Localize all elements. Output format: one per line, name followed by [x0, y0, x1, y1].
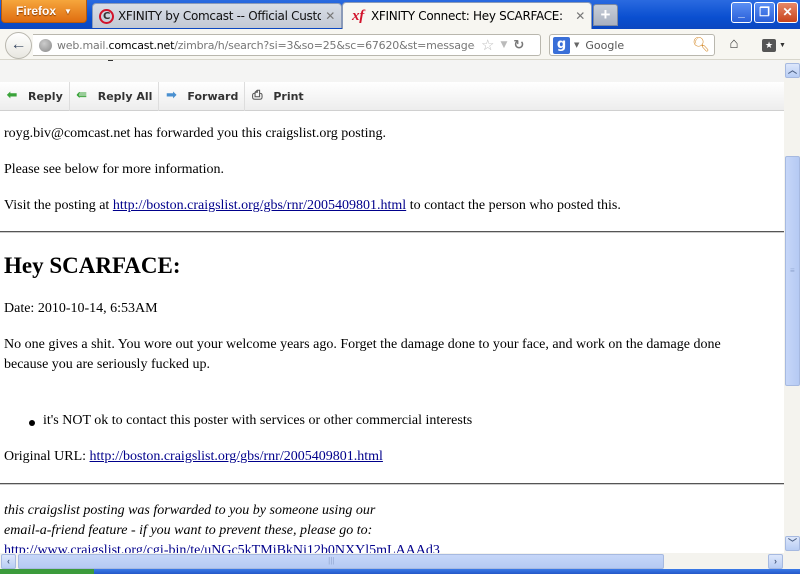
- comcast-c-icon: C: [99, 8, 114, 24]
- list-item-text: it's NOT ok to contact this poster with …: [43, 413, 473, 428]
- reply-icon: ⬅: [6, 88, 18, 103]
- posting-body-line-2: because you are seriously fucked up.: [4, 357, 211, 372]
- footer-link-line: http://www.craigslist.org/cgi-bin/te/uNG…: [4, 543, 440, 553]
- scroll-right-button[interactable]: ›: [768, 554, 783, 569]
- original-url-label: Original URL:: [4, 449, 90, 464]
- original-url-link[interactable]: http://boston.craigslist.org/gbs/rnr/200…: [90, 449, 383, 464]
- scroll-down-button[interactable]: ﹀: [785, 536, 800, 551]
- horizontal-scrollbar[interactable]: ‹ ||| ›: [0, 553, 800, 569]
- back-button[interactable]: ←: [5, 32, 32, 59]
- minimize-button[interactable]: _: [731, 2, 752, 23]
- search-engine-dropdown-icon[interactable]: ▼: [574, 41, 579, 49]
- history-dropdown-icon[interactable]: ▼: [500, 40, 507, 50]
- vertical-scrollbar[interactable]: ︿ ≡ ﹀: [784, 60, 800, 553]
- list-item: it's NOT ok to contact this poster with …: [28, 413, 473, 429]
- arrow-left-icon: ←: [10, 36, 27, 53]
- printer-icon: ⎙: [252, 88, 263, 103]
- page-content: ⬅ Reply ⇚ Reply All ➡ Forward ⎙ Print ro…: [0, 60, 784, 553]
- forward-button[interactable]: ➡ Forward: [159, 81, 246, 111]
- vertical-scroll-thumb[interactable]: ≡: [785, 155, 800, 386]
- scroll-left-button[interactable]: ‹: [1, 554, 16, 569]
- tab-xfinity-home[interactable]: C XFINITY by Comcast -- Official Custome…: [92, 3, 342, 28]
- google-logo-icon[interactable]: g: [553, 36, 570, 54]
- reply-button[interactable]: ⬅ Reply: [0, 81, 70, 111]
- tab-xfinity-connect[interactable]: xf XFINITY Connect: Hey SCARFACE: ✕: [342, 2, 592, 29]
- url-text[interactable]: web.mail.comcast.net/zimbra/h/search?si=…: [57, 39, 475, 52]
- page-header-strip: [0, 60, 784, 82]
- scroll-up-button[interactable]: ︿: [785, 63, 800, 78]
- home-icon[interactable]: ⌂: [725, 35, 743, 53]
- posting-body-line-1: No one gives a shit. You wore out your w…: [4, 337, 721, 352]
- posting-link[interactable]: http://boston.craigslist.org/gbs/rnr/200…: [113, 198, 406, 213]
- grip-icon: ≡: [790, 265, 795, 275]
- restore-button[interactable]: ❐: [754, 2, 775, 23]
- url-prefix: web.mail.: [57, 38, 109, 52]
- horizontal-scroll-thumb[interactable]: |||: [18, 554, 664, 569]
- tab-label: XFINITY Connect: Hey SCARFACE:: [371, 9, 563, 23]
- grip-icon: |||: [328, 556, 335, 565]
- address-bar[interactable]: web.mail.comcast.net/zimbra/h/search?si=…: [33, 34, 541, 56]
- print-button[interactable]: ⎙ Print: [245, 82, 309, 111]
- search-bar[interactable]: g ▼ Google 🔍︎: [549, 34, 715, 56]
- divider: [0, 483, 784, 485]
- reply-label: Reply: [28, 89, 63, 103]
- visit-suffix: to contact the person who posted this.: [406, 198, 621, 213]
- globe-icon: [39, 38, 52, 52]
- footer-line-1: this craigslist posting was forwarded to…: [4, 503, 376, 518]
- url-path: /zimbra/h/search?si=3&so=25&sc=67620&st=…: [174, 38, 475, 52]
- search-input[interactable]: Google: [585, 39, 692, 52]
- forward-notice: royg.biv@comcast.net has forwarded you t…: [4, 126, 387, 141]
- posting-date: Date: 2010-10-14, 6:53AM: [4, 301, 158, 316]
- firefox-menu-button[interactable]: Firefox ▼: [1, 0, 87, 23]
- bookmarks-icon: ★: [762, 38, 776, 52]
- reply-all-label: Reply All: [97, 89, 153, 103]
- divider: [108, 60, 113, 61]
- close-tab-icon[interactable]: ✕: [575, 9, 585, 23]
- print-label: Print: [273, 89, 304, 103]
- search-icon[interactable]: 🔍︎: [692, 37, 710, 53]
- start-button[interactable]: [0, 569, 94, 574]
- bookmark-star-icon[interactable]: ☆: [481, 36, 494, 54]
- reply-all-icon: ⇚: [76, 88, 88, 103]
- close-tab-icon[interactable]: ✕: [325, 9, 335, 23]
- firefox-menu-label: Firefox: [16, 4, 57, 18]
- chevron-down-icon: ▼: [779, 41, 786, 49]
- xfinity-xf-icon: xf: [352, 7, 364, 24]
- chevron-down-icon: ▼: [64, 6, 72, 16]
- footer-line-2: email-a-friend feature - if you want to …: [4, 523, 373, 538]
- navigation-bar: ← web.mail.comcast.net/zimbra/h/search?s…: [0, 29, 800, 60]
- bookmarks-button[interactable]: ★ ▼: [762, 37, 792, 53]
- reload-icon[interactable]: ↻: [513, 38, 524, 53]
- close-window-button[interactable]: ✕: [777, 2, 798, 23]
- message-toolbar: ⬅ Reply ⇚ Reply All ➡ Forward ⎙ Print: [0, 81, 784, 111]
- title-bar: Firefox ▼ C XFINITY by Comcast -- Offici…: [0, 0, 800, 29]
- new-tab-button[interactable]: +: [593, 4, 618, 26]
- visit-prefix: Visit the posting at: [4, 198, 113, 213]
- forward-icon: ➡: [165, 88, 177, 103]
- visit-posting-line: Visit the posting at http://boston.craig…: [4, 198, 621, 214]
- tab-label: XFINITY by Comcast -- Official Customer …: [118, 9, 322, 23]
- see-below-text: Please see below for more information.: [4, 162, 225, 177]
- divider: [0, 231, 784, 233]
- taskbar: [0, 569, 800, 574]
- original-url-line: Original URL: http://boston.craigslist.o…: [4, 449, 383, 465]
- reply-all-button[interactable]: ⇚ Reply All: [70, 81, 160, 111]
- unsubscribe-link[interactable]: http://www.craigslist.org/cgi-bin/te/uNG…: [4, 543, 440, 553]
- url-domain: comcast.net: [108, 38, 175, 52]
- forward-label: Forward: [187, 89, 239, 103]
- posting-title: Hey SCARFACE:: [4, 253, 181, 278]
